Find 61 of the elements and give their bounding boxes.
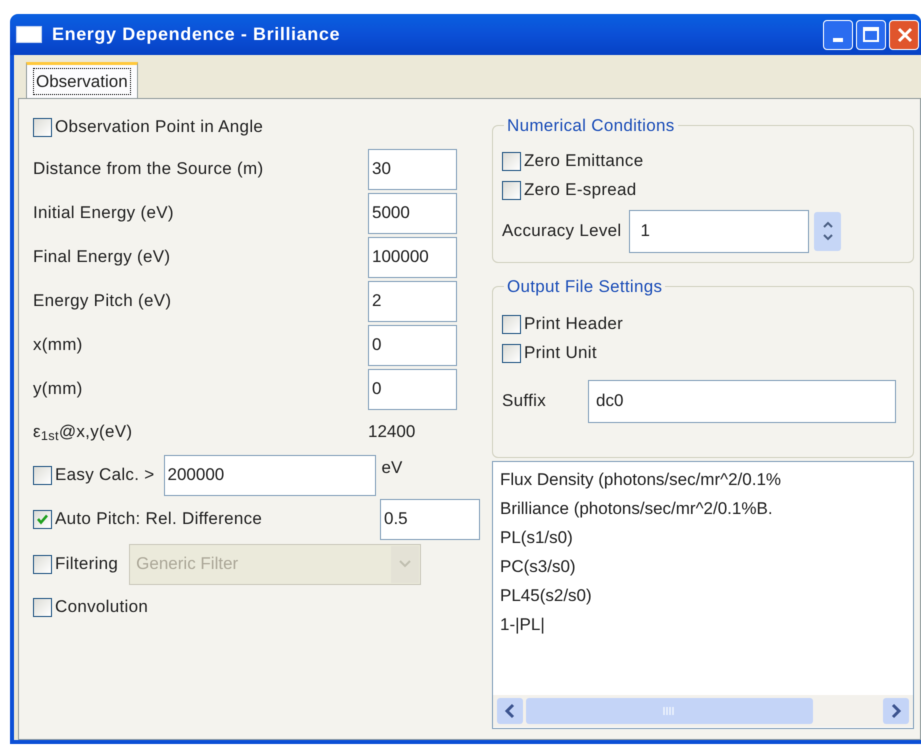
input-field[interactable]: 0 [368, 368, 457, 410]
checkbox[interactable] [33, 598, 52, 616]
checkbox[interactable] [502, 314, 521, 334]
checkbox[interactable] [33, 466, 52, 484]
input-field[interactable]: 200000 [164, 454, 376, 496]
checkbox[interactable] [502, 180, 521, 200]
field-label: Distance from the Source (m) [33, 158, 264, 180]
input-field[interactable]: 0.5 [380, 498, 480, 540]
checkbox-label: Observation Point in Angle [55, 116, 264, 138]
checkbox[interactable] [502, 344, 521, 362]
tab[interactable]: Observation [26, 62, 138, 98]
checkbox-label: Print Unit [524, 342, 597, 364]
checkbox[interactable] [33, 510, 52, 528]
list-item[interactable]: Brilliance (photons/sec/mr^2/0.1%B. [500, 494, 773, 523]
field-label: Initial Energy (eV) [33, 202, 175, 224]
input-field[interactable]: 2 [368, 280, 457, 322]
checkbox-label: Zero E-spread [524, 179, 637, 202]
minimize-button[interactable] [823, 20, 853, 50]
field-label: ε$_{1st}$@x,y(eV) [33, 421, 134, 445]
scroll-left-icon[interactable] [497, 698, 523, 724]
checkbox-label: Easy Calc. > [55, 464, 154, 486]
maximize-button[interactable] [856, 20, 886, 50]
group-title: Output File Settings [506, 276, 664, 298]
group-title: Numerical Conditions [506, 115, 676, 137]
scrollbar-thumb[interactable] [526, 698, 813, 724]
input-field[interactable]: 0 [368, 324, 457, 366]
checkbox-label: Auto Pitch: Rel. Difference [55, 508, 262, 530]
field-label: Final Energy (eV) [33, 246, 172, 268]
readout-value: 12400 [368, 421, 416, 444]
field-label: y(mm) [33, 378, 84, 400]
checkbox-label: Zero Emittance [524, 150, 644, 172]
minimize-icon [833, 38, 843, 42]
close-button[interactable] [889, 20, 919, 50]
list-item[interactable]: PC(s3/s0) [500, 552, 576, 581]
check-icon [36, 512, 49, 526]
spinner-icon[interactable] [814, 212, 842, 250]
list-item[interactable]: PL45(s2/s0) [500, 581, 592, 610]
window-icon [16, 26, 42, 43]
list-item[interactable]: 1-|PL| [500, 610, 545, 639]
checkbox-label: Print Header [524, 313, 624, 336]
input-field[interactable]: dc0 [588, 380, 896, 422]
input-field[interactable]: 5000 [368, 192, 457, 234]
checkbox[interactable] [502, 152, 521, 170]
list-item[interactable]: PL(s1/s0) [500, 523, 573, 552]
input-field[interactable]: 100000 [368, 236, 457, 278]
input-field[interactable]: 1 [629, 210, 810, 252]
input-field[interactable]: 30 [368, 148, 457, 190]
close-icon [897, 26, 913, 42]
window-title: Energy Dependence - Brilliance [52, 23, 340, 46]
field-label: Suffix [502, 390, 548, 412]
list-item[interactable]: Flux Density (photons/sec/mr^2/0.1% [500, 465, 782, 494]
checkbox-label: Convolution [55, 596, 148, 618]
maximize-icon [863, 27, 879, 42]
checkbox[interactable] [33, 118, 52, 136]
field-label: Energy Pitch (eV) [33, 290, 172, 312]
unit-label: eV [382, 457, 402, 479]
horizontal-scrollbar[interactable] [493, 695, 913, 727]
checkbox-label: Filtering [55, 553, 118, 576]
field-label: Accuracy Level [502, 220, 622, 242]
scroll-right-icon[interactable] [883, 698, 909, 724]
field-label: x(mm) [33, 334, 84, 356]
